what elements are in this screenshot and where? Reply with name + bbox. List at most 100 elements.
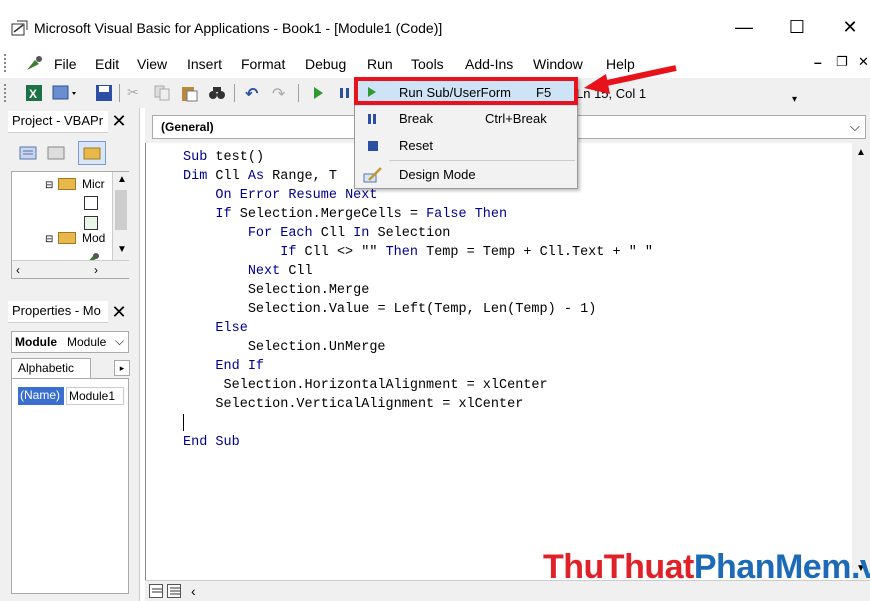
minimize-button[interactable]: — <box>724 12 764 42</box>
code-line[interactable]: Selection.Merge <box>183 281 653 300</box>
redo-icon[interactable]: ↷ <box>272 84 290 103</box>
toolbar-separator <box>119 84 120 102</box>
code-line[interactable]: Selection.HorizontalAlignment = xlCenter <box>183 376 653 395</box>
design-mode-icon <box>363 166 383 187</box>
code-line[interactable] <box>183 414 653 433</box>
property-value-cell[interactable]: Module1 <box>66 387 124 405</box>
view-object-icon[interactable] <box>46 145 66 161</box>
chevron-down-icon: ⌵ <box>115 334 125 348</box>
tree-item-modules[interactable]: Mod <box>82 231 105 245</box>
toolbar-separator <box>234 84 235 102</box>
menu-insert[interactable]: Insert <box>187 56 222 72</box>
tab-scroll-right-icon[interactable]: ▸ <box>114 360 130 376</box>
window-title: Microsoft Visual Basic for Applications … <box>34 20 443 36</box>
highlight-box <box>354 77 578 105</box>
scroll-left-icon[interactable]: ‹ <box>16 263 20 277</box>
code-editor[interactable]: Sub test() Dim Cll As Range, T On Error R… <box>145 143 850 580</box>
find-icon[interactable] <box>208 84 226 102</box>
run-icon[interactable] <box>309 84 327 102</box>
menu-edit[interactable]: Edit <box>95 56 119 72</box>
undo-icon[interactable]: ↶ <box>245 84 263 103</box>
menu-item-design-mode[interactable]: Design Mode <box>355 162 577 188</box>
excel-view-icon[interactable]: X <box>25 84 43 102</box>
insert-module-icon[interactable] <box>52 84 76 102</box>
code-line[interactable]: Else <box>183 319 653 338</box>
folder-icon <box>58 178 76 190</box>
menu-item-label: Break <box>399 111 433 126</box>
code-line[interactable]: For Each Cll In Selection <box>183 224 653 243</box>
code-line[interactable]: Selection.Value = Left(Temp, Len(Temp) -… <box>183 300 653 319</box>
view-code-icon[interactable] <box>18 145 38 161</box>
toolbar-options-icon[interactable]: ▾ <box>792 94 802 106</box>
menu-view[interactable]: View <box>137 56 167 72</box>
toggle-folders-icon[interactable] <box>78 141 106 165</box>
project-tree: ⊟ Micr ⊟ Mod ▲ ▼ ‹ › <box>11 171 129 279</box>
watermark-part3: .vn <box>850 548 870 586</box>
paste-icon[interactable] <box>180 84 198 102</box>
menu-file[interactable]: File <box>54 56 77 72</box>
menu-run[interactable]: Run <box>367 56 393 72</box>
child-restore-button[interactable]: ❐ <box>836 54 848 70</box>
tree-expander-icon[interactable]: ⊟ <box>45 180 53 191</box>
child-minimize-button[interactable]: – <box>814 54 822 70</box>
menu-add-ins[interactable]: Add-Ins <box>465 56 513 72</box>
properties-panel-title: Properties - Mo <box>8 301 108 323</box>
break-icon[interactable] <box>336 84 354 102</box>
code-lines[interactable]: Sub test() Dim Cll As Range, T On Error R… <box>183 148 653 452</box>
menu-debug[interactable]: Debug <box>305 56 346 72</box>
property-grid: (Name) Module1 <box>11 378 129 594</box>
menu-window[interactable]: Window <box>533 56 583 72</box>
menu-item-break[interactable]: Break Ctrl+Break <box>355 106 577 132</box>
code-line[interactable]: Selection.VerticalAlignment = xlCenter <box>183 395 653 414</box>
toolbar-separator <box>298 84 299 102</box>
properties-panel-close-icon[interactable]: ✕ <box>108 301 130 323</box>
scroll-thumb[interactable] <box>115 190 127 230</box>
copy-icon[interactable] <box>153 84 171 102</box>
scroll-up-icon[interactable]: ▲ <box>856 147 866 158</box>
properties-panel: Properties - Mo ✕ Module Module ⌵ Alphab… <box>0 298 140 601</box>
chevron-down-icon: ⌵ <box>850 119 860 134</box>
cut-icon[interactable]: ✂ <box>127 84 145 102</box>
object-dropdown[interactable]: Module Module ⌵ <box>11 331 129 353</box>
maximize-button[interactable]: ☐ <box>777 12 817 42</box>
project-panel-title: Project - VBAPr <box>8 111 108 133</box>
code-line[interactable]: Next Cll <box>183 262 653 281</box>
menu-bar: File Edit View Insert Format Debug Run T… <box>0 48 870 124</box>
scroll-down-icon[interactable]: ▼ <box>117 244 127 255</box>
property-name-cell[interactable]: (Name) <box>18 387 64 405</box>
code-vscrollbar[interactable]: ▲ ▼ <box>852 143 870 580</box>
tree-hscrollbar[interactable]: ‹ › <box>12 260 129 278</box>
code-line[interactable]: If Cll <> "" Then Temp = Temp + Cll.Text… <box>183 243 653 262</box>
scroll-right-icon[interactable]: › <box>94 263 98 277</box>
scroll-left-icon[interactable]: ‹ <box>191 583 196 599</box>
code-line[interactable]: Selection.UnMerge <box>183 338 653 357</box>
tab-alphabetic[interactable]: Alphabetic <box>11 358 91 378</box>
project-panel-close-icon[interactable]: ✕ <box>108 110 130 132</box>
tree-item-microsoft-excel-objects[interactable]: Micr <box>82 177 105 191</box>
close-button[interactable]: ✕ <box>830 12 870 42</box>
pause-icon <box>367 113 377 128</box>
save-icon[interactable] <box>95 84 113 102</box>
folder-icon <box>58 232 76 244</box>
code-line[interactable]: End If <box>183 357 653 376</box>
scroll-up-icon[interactable]: ▲ <box>117 174 127 185</box>
menu-item-reset[interactable]: Reset <box>355 133 577 159</box>
svg-text:X: X <box>29 87 37 101</box>
code-line[interactable]: If Selection.MergeCells = False Then <box>183 205 653 224</box>
tree-vscrollbar[interactable]: ▲ ▼ <box>112 172 129 260</box>
watermark-part2: PhanMem <box>693 548 852 586</box>
object-combobox-value: (General) <box>161 120 214 134</box>
menu-item-label: Design Mode <box>399 167 476 182</box>
code-line[interactable]: End Sub <box>183 433 653 452</box>
vba-menu-icon[interactable] <box>25 54 45 72</box>
menu-tools[interactable]: Tools <box>411 56 444 72</box>
full-module-view-icon[interactable] <box>167 584 181 598</box>
procedure-view-icon[interactable] <box>149 584 163 598</box>
vba-app-icon <box>11 20 29 36</box>
menu-separator <box>389 160 575 161</box>
toolbar-grip-icon <box>4 84 8 102</box>
child-close-button[interactable]: ✕ <box>858 54 869 70</box>
red-arrow-icon <box>580 62 680 105</box>
menu-format[interactable]: Format <box>241 56 285 72</box>
tree-expander-icon[interactable]: ⊟ <box>45 234 53 245</box>
